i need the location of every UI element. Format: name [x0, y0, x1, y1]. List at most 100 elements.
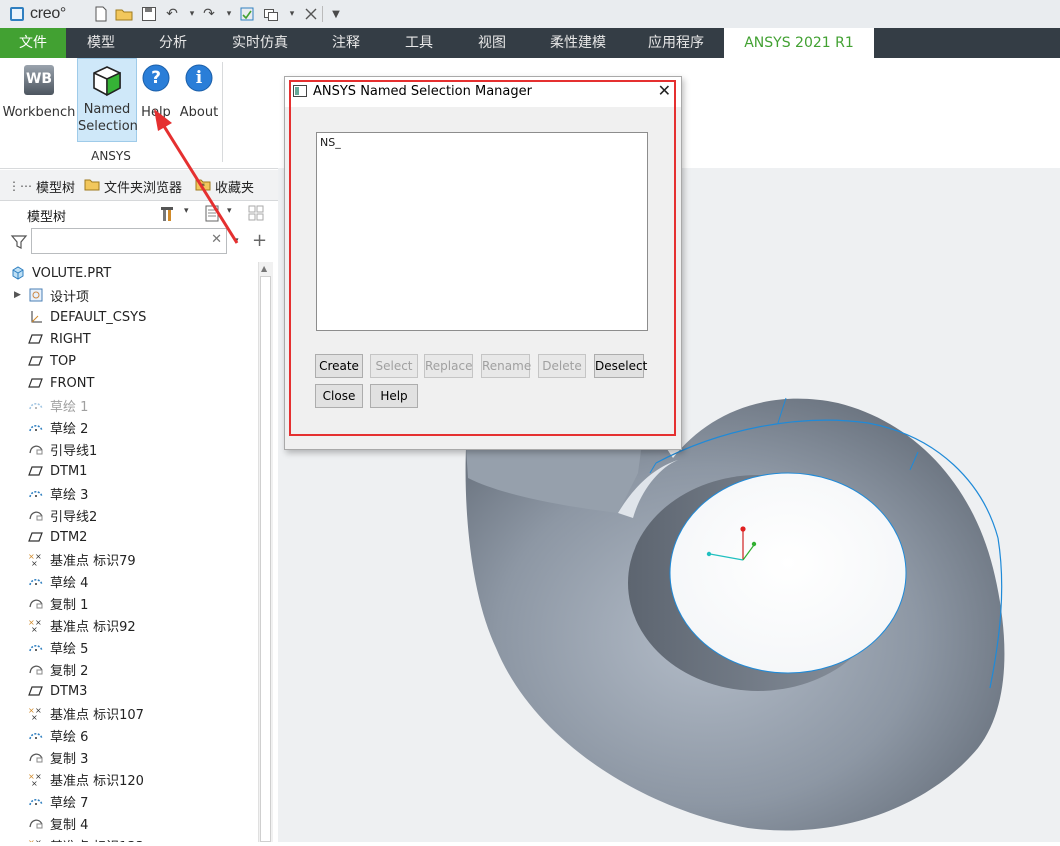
tree-item[interactable]: DTM2 — [0, 526, 258, 548]
datum-point-icon: ××× — [28, 705, 44, 721]
tree-show-dropdown-icon[interactable]: ▾ — [227, 206, 232, 216]
tab-flexible-modeling[interactable]: 柔性建模 — [528, 28, 628, 58]
tree-item[interactable]: 草绘 3 — [0, 482, 258, 504]
tree-item-label: RIGHT — [50, 331, 91, 347]
tab-ansys[interactable]: ANSYS 2021 R1 — [724, 28, 874, 58]
redo-dropdown-icon[interactable]: ▾ — [220, 5, 238, 23]
tree-item[interactable]: DTM1 — [0, 460, 258, 482]
curve-icon — [28, 749, 44, 765]
tree-item[interactable]: × × × 基准点 标识107 — [0, 702, 258, 724]
tree-item-label: VOLUTE.PRT — [32, 265, 112, 281]
tree-item[interactable]: 草绘 4 — [0, 570, 258, 592]
tree-item[interactable]: DTM3 — [0, 680, 258, 702]
datum-point-icon: ××× — [28, 551, 44, 567]
windows-icon[interactable] — [262, 5, 280, 23]
undo-dropdown-icon[interactable]: ▾ — [183, 5, 201, 23]
deselect-button[interactable]: Deselect — [594, 354, 647, 378]
add-filter-icon[interactable]: + — [252, 230, 267, 251]
tree-item[interactable]: 引导线2 — [0, 504, 258, 526]
tree-item-label: 复制 4 — [50, 817, 89, 833]
help-dialog-button[interactable]: Help — [370, 384, 418, 408]
regenerate-icon[interactable] — [238, 5, 256, 23]
tree-item[interactable]: × × × 基准点 标识92 — [0, 614, 258, 636]
workbench-button[interactable]: WB Workbench — [2, 58, 76, 140]
model-tree-search-input[interactable]: ✕ — [31, 228, 227, 254]
windows-dropdown-icon[interactable]: ▾ — [283, 5, 301, 23]
replace-button[interactable]: Replace — [424, 354, 473, 378]
tree-item[interactable]: TOP — [0, 350, 258, 372]
tab-model[interactable]: 模型 — [66, 28, 136, 58]
tree-item[interactable]: × × × 基准点 标识120 — [0, 768, 258, 790]
tab-annotate[interactable]: 注释 — [310, 28, 382, 58]
tree-settings-icon[interactable] — [160, 204, 180, 224]
tree-item-label: 复制 3 — [50, 751, 89, 767]
close-button[interactable]: Close — [315, 384, 363, 408]
redo-icon[interactable]: ↷ — [200, 5, 218, 23]
named-selection-manager-dialog: ANSYS Named Selection Manager ✕ NS_ Crea… — [284, 76, 682, 450]
tree-item[interactable]: 草绘 1 — [0, 394, 258, 416]
svg-text:×: × — [31, 713, 38, 721]
tab-view[interactable]: 视图 — [456, 28, 528, 58]
named-selection-button[interactable]: Named Selection — [77, 58, 138, 142]
create-button[interactable]: Create — [315, 354, 363, 378]
tab-applications[interactable]: 应用程序 — [628, 28, 724, 58]
customize-toolbar-icon[interactable]: ▼ — [327, 5, 345, 23]
tree-item[interactable]: 引导线1 — [0, 438, 258, 460]
tree-scrollbar-thumb[interactable] — [260, 276, 271, 842]
tab-realtime-simulation[interactable]: 实时仿真 — [210, 28, 310, 58]
tree-item[interactable]: 复制 1 — [0, 592, 258, 614]
tree-item[interactable]: 复制 4 — [0, 812, 258, 834]
clear-search-icon[interactable]: ✕ — [211, 232, 222, 247]
about-button[interactable]: i About — [178, 58, 220, 140]
tree-scrollbar[interactable]: ▲ — [258, 262, 273, 842]
close-window-icon[interactable] — [302, 5, 320, 23]
tree-item-label: 基准点 标识79 — [50, 553, 136, 569]
tree-item[interactable]: 草绘 2 — [0, 416, 258, 438]
rename-button[interactable]: Rename — [481, 354, 531, 378]
tree-item[interactable]: VOLUTE.PRT — [0, 262, 258, 284]
dialog-close-icon[interactable]: ✕ — [658, 81, 671, 100]
tree-item[interactable]: RIGHT — [0, 328, 258, 350]
tree-item[interactable]: 复制 2 — [0, 658, 258, 680]
model-tree-header: 模型树 ▾ ▾ — [0, 200, 278, 230]
tree-item-label: 草绘 1 — [50, 399, 89, 415]
tab-folder-browser[interactable]: 文件夹浏览器 — [84, 176, 182, 196]
tree-item[interactable]: × × × 基准点 标识79 — [0, 548, 258, 570]
undo-icon[interactable]: ↶ — [163, 5, 181, 23]
dialog-title-bar[interactable]: ANSYS Named Selection Manager ✕ — [285, 77, 681, 107]
folder-browser-icon — [84, 177, 100, 195]
tab-tools[interactable]: 工具 — [382, 28, 456, 58]
tree-item-label: 草绘 7 — [50, 795, 89, 811]
open-folder-icon[interactable] — [115, 5, 133, 23]
tab-favorites[interactable]: * 收藏夹 — [195, 176, 254, 196]
new-file-icon[interactable] — [92, 5, 110, 23]
help-button[interactable]: ? Help — [138, 58, 174, 140]
expand-chevron-icon[interactable]: ▶ — [14, 290, 21, 300]
quick-access-toolbar: creo° ↶ ▾ ↷ ▾ ▾ ▼ — [0, 0, 1060, 29]
named-selection-textarea[interactable]: NS_ — [316, 132, 648, 331]
select-button[interactable]: Select — [370, 354, 418, 378]
tree-item[interactable]: 草绘 7 — [0, 790, 258, 812]
delete-button[interactable]: Delete — [538, 354, 586, 378]
search-dropdown-icon[interactable]: ▾ — [234, 236, 239, 246]
tree-settings-dropdown-icon[interactable]: ▾ — [184, 206, 189, 216]
design-items-icon — [28, 287, 44, 303]
creo-logo: creo° — [10, 5, 66, 23]
tab-file[interactable]: 文件 — [0, 28, 66, 58]
navigator-tab-bar: ⋮⋯ 模型树 文件夹浏览器 * 收藏夹 — [0, 170, 278, 201]
filter-icon[interactable] — [10, 233, 28, 251]
tree-item[interactable]: DEFAULT_CSYS — [0, 306, 258, 328]
tree-item[interactable]: 草绘 6 — [0, 724, 258, 746]
tree-item[interactable]: FRONT — [0, 372, 258, 394]
scroll-up-icon[interactable]: ▲ — [261, 264, 267, 273]
tree-item[interactable]: 草绘 5 — [0, 636, 258, 658]
tree-item-label: DTM1 — [50, 463, 88, 479]
tab-model-tree[interactable]: ⋮⋯ 模型树 — [8, 176, 75, 196]
tree-show-icon[interactable] — [203, 204, 223, 224]
tree-columns-icon[interactable] — [247, 204, 267, 224]
tab-analysis[interactable]: 分析 — [136, 28, 210, 58]
save-icon[interactable] — [140, 5, 158, 23]
tree-item[interactable]: ××× 基准点 标识133 — [0, 834, 258, 842]
tree-item[interactable]: 复制 3 — [0, 746, 258, 768]
tree-item[interactable]: ▶ 设计项 — [0, 284, 258, 306]
